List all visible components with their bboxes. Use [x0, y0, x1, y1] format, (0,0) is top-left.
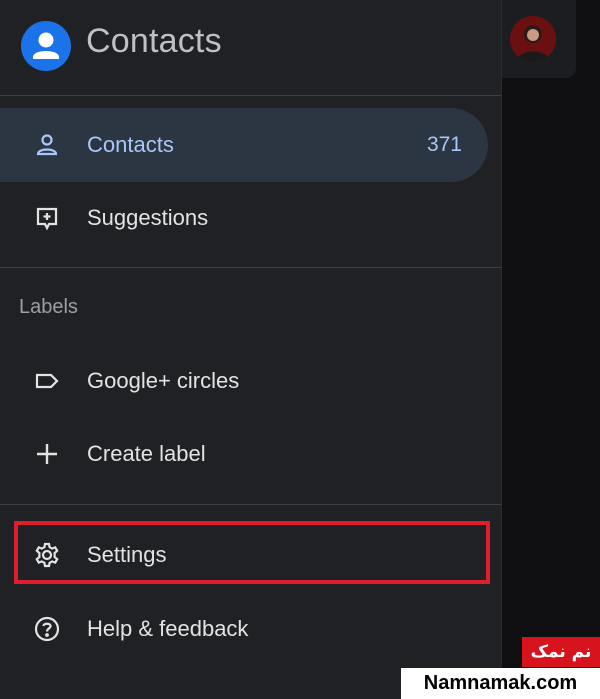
suggestions-icon — [33, 204, 61, 232]
settings-highlight — [14, 521, 490, 584]
divider — [0, 267, 501, 268]
watermark-persian: نم نمک — [522, 637, 600, 667]
avatar-image — [510, 16, 556, 62]
nav-item-help[interactable]: Help & feedback — [0, 592, 488, 666]
divider — [0, 504, 501, 505]
nav-item-google-circles[interactable]: Google+ circles — [0, 344, 488, 418]
nav-item-create-label[interactable]: Create label — [0, 417, 488, 491]
help-icon — [33, 615, 61, 643]
nav-label-google-circles: Google+ circles — [87, 368, 240, 393]
label-icon — [33, 367, 61, 395]
nav-label-contacts: Contacts — [87, 132, 174, 157]
divider — [0, 95, 501, 96]
nav-item-suggestions[interactable]: Suggestions — [0, 181, 488, 255]
app-title: Contacts — [86, 22, 222, 60]
labels-heading: Labels — [19, 296, 78, 318]
avatar[interactable] — [510, 16, 556, 62]
app-header: Contacts — [0, 0, 501, 92]
nav-label-create-label: Create label — [87, 441, 206, 466]
nav-label-help: Help & feedback — [87, 616, 249, 641]
plus-icon — [33, 440, 61, 468]
nav-label-suggestions: Suggestions — [87, 205, 209, 230]
page-backdrop — [502, 0, 600, 699]
contacts-logo-icon — [21, 21, 71, 71]
person-icon — [33, 131, 61, 159]
nav-item-contacts[interactable]: Contacts 371 — [0, 108, 488, 182]
watermark-site: Namnamak.com — [401, 668, 600, 699]
contacts-count: 371 — [426, 133, 462, 156]
